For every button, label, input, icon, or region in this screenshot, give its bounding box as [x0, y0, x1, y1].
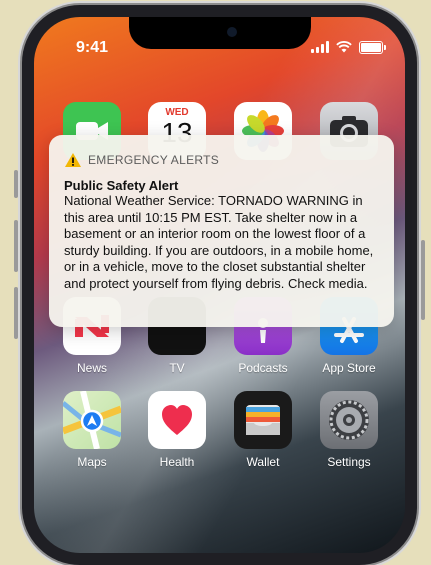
app-maps[interactable]: Maps: [63, 391, 121, 469]
warning-triangle-icon: [65, 153, 81, 167]
health-icon: [148, 391, 206, 449]
app-wallet[interactable]: Wallet: [234, 391, 292, 469]
power-button: [421, 240, 425, 320]
maps-icon: [63, 391, 121, 449]
app-settings[interactable]: Settings: [320, 391, 378, 469]
volume-down-button: [14, 287, 18, 339]
app-label-maps: Maps: [77, 455, 107, 469]
battery-icon: [359, 40, 386, 54]
app-label-health: Health: [159, 455, 195, 469]
emergency-alert-notification[interactable]: EMERGENCY ALERTS Public Safety Alert Nat…: [49, 135, 394, 327]
app-label-tv: TV: [169, 361, 185, 375]
cellular-signal-icon: [311, 41, 329, 53]
side-button-silent: [14, 170, 18, 198]
alert-app-name: EMERGENCY ALERTS: [88, 153, 220, 167]
wifi-icon: [336, 41, 352, 53]
alert-title: Public Safety Alert: [64, 178, 179, 193]
app-label-wallet: Wallet: [246, 455, 280, 469]
status-icons: [311, 39, 386, 55]
app-label-app-store: App Store: [322, 361, 376, 375]
alert-header: EMERGENCY ALERTS: [64, 152, 379, 168]
status-time: 9:41: [76, 39, 109, 56]
volume-up-button: [14, 220, 18, 272]
front-camera: [226, 27, 237, 37]
app-label-podcasts: Podcasts: [238, 361, 288, 375]
app-health[interactable]: Health: [148, 391, 206, 469]
app-label-news: News: [76, 361, 107, 375]
app-label-settings: Settings: [327, 455, 371, 469]
wallet-icon: [234, 391, 292, 449]
settings-gear-icon: [320, 391, 378, 449]
notch: [128, 17, 311, 49]
alert-body: National Weather Service: TORNADO WARNIN…: [64, 193, 374, 291]
